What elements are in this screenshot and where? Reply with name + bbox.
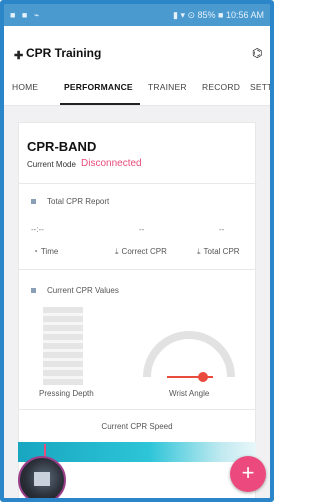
time-label: Time [40, 247, 59, 256]
correct-cpr-label: Correct CPR [121, 247, 167, 256]
tab-bar: HOME PERFORMANCE TRAINER RECORD SETTI [4, 76, 270, 106]
add-button[interactable]: + [230, 456, 266, 492]
total-cpr-label: Total CPR [203, 247, 240, 256]
status-icons-left: ■ ■ ⌁ [10, 10, 42, 20]
device-name: CPR-BAND [27, 139, 97, 154]
correct-cpr-value: -- [139, 225, 145, 234]
tab-trainer[interactable]: TRAINER [148, 82, 187, 92]
divider [19, 409, 257, 410]
total-cpr-value: -- [219, 225, 225, 234]
download-icon: ⤓ [115, 247, 119, 256]
app-frame: ■ ■ ⌁ ▮ ▾ ⊙ 85% ■ 10:56 AM ✚ CPR Trainin… [0, 0, 274, 502]
tab-indicator [60, 103, 140, 105]
avatar-image [34, 472, 50, 486]
app-title: CPR Training [26, 46, 102, 60]
report-title: Total CPR Report [47, 197, 110, 206]
divider [19, 183, 257, 184]
pressing-depth-meter [43, 307, 83, 385]
cpr-logo-icon: ✚ [14, 50, 24, 62]
wrist-angle-gauge [143, 331, 235, 382]
correct-cpr-stat: ⤓ Correct CPR [115, 247, 167, 257]
tab-home[interactable]: HOME [12, 82, 38, 92]
speed-title: Current CPR Speed [101, 422, 173, 431]
app-bar: ✚ CPR Training ⌬ HOME PERFORMANCE TRAINE… [4, 26, 270, 106]
status-bar: ■ ■ ⌁ ▮ ▾ ⊙ 85% ■ 10:56 AM [4, 4, 270, 26]
values-title: Current CPR Values [47, 286, 119, 295]
mode-status: Disconnected [81, 158, 142, 169]
avatar[interactable] [18, 456, 66, 498]
section-marker-icon [31, 199, 36, 204]
tab-settings[interactable]: SETTI [250, 82, 270, 92]
total-cpr-stat: ⤓ Total CPR [197, 247, 240, 257]
time-value: --:-- [31, 225, 44, 234]
divider [19, 269, 257, 270]
mode-label: Current Mode [27, 160, 76, 169]
time-stat: ◔ Time [33, 247, 58, 256]
download-icon: ⤓ [197, 247, 201, 256]
bluetooth-icon[interactable]: ⌬ [252, 46, 262, 60]
tab-performance[interactable]: PERFORMANCE [64, 82, 133, 92]
gauge-arc [143, 331, 235, 378]
gauge-knob [198, 372, 208, 382]
tab-record[interactable]: RECORD [202, 82, 240, 92]
section-marker-icon [31, 288, 36, 293]
clock-icon: ◔ [33, 247, 38, 256]
wrist-angle-label: Wrist Angle [169, 389, 210, 398]
pressing-depth-label: Pressing Depth [39, 389, 94, 398]
status-icons-right: ▮ ▾ ⊙ 85% ■ 10:56 AM [173, 10, 264, 20]
